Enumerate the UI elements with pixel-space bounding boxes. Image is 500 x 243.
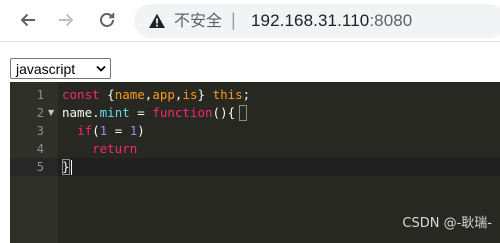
chevron-down-icon [96, 65, 106, 72]
url-port: :8080 [369, 11, 413, 30]
address-bar[interactable]: 不安全 | 192.168.31.110:8080 [134, 4, 500, 38]
code-token: this [212, 87, 243, 102]
security-status-label[interactable]: 不安全 [174, 12, 222, 30]
address-separator: | [231, 10, 236, 30]
back-arrow-icon[interactable] [16, 8, 40, 32]
line-number: 4 [36, 142, 44, 156]
language-select-value: javascript [16, 60, 76, 77]
line-number: 3 [36, 124, 44, 138]
active-line-highlight [58, 158, 500, 176]
url-host: 192.168.31.110 [251, 11, 370, 30]
code-token: app [152, 87, 175, 102]
code-token: is [182, 87, 198, 102]
code-token: = [129, 105, 153, 120]
fold-arrow-icon[interactable]: ▼ [48, 104, 54, 122]
code-token: . [92, 105, 100, 120]
code-token: mint [99, 105, 130, 120]
code-line[interactable]: const {name,app,is} this; [62, 86, 250, 104]
code-line[interactable]: if(1 = 1) [62, 122, 145, 140]
code-token: const [62, 87, 108, 102]
url-text[interactable]: 192.168.31.110:8080 [251, 12, 412, 30]
code-token: { [107, 87, 115, 102]
code-token: return [92, 141, 138, 156]
code-token: function [152, 105, 213, 120]
browser-toolbar: 不安全 | 192.168.31.110:8080 [0, 0, 500, 42]
code-line[interactable]: return [62, 140, 137, 158]
matching-bracket-highlight [62, 159, 70, 175]
code-token: name [62, 105, 93, 120]
text-cursor [71, 160, 72, 175]
language-select[interactable]: javascript [10, 58, 111, 79]
reload-icon[interactable] [95, 8, 119, 32]
code-token: ; [242, 87, 251, 102]
code-editor[interactable]: 1 2 3 4 5 ▼ const {name,app,is} this; na… [10, 82, 500, 243]
line-number: 5 [36, 160, 44, 174]
code-token: = [107, 123, 130, 138]
code-token: name [114, 87, 145, 102]
warning-triangle-icon[interactable] [148, 12, 166, 30]
forward-arrow-icon[interactable] [54, 8, 78, 32]
code-token: (){ [212, 105, 236, 120]
watermark: CSDN @-耿瑞- [402, 216, 492, 231]
code-token: if [77, 123, 93, 138]
code-token: ) [137, 123, 145, 138]
line-number: 1 [36, 88, 44, 102]
code-token: } [197, 87, 213, 102]
matching-bracket-highlight [239, 105, 247, 121]
line-number: 2 [36, 106, 44, 120]
code-token: ( [92, 123, 100, 138]
code-line[interactable]: name.mint = function(){ [62, 104, 235, 122]
